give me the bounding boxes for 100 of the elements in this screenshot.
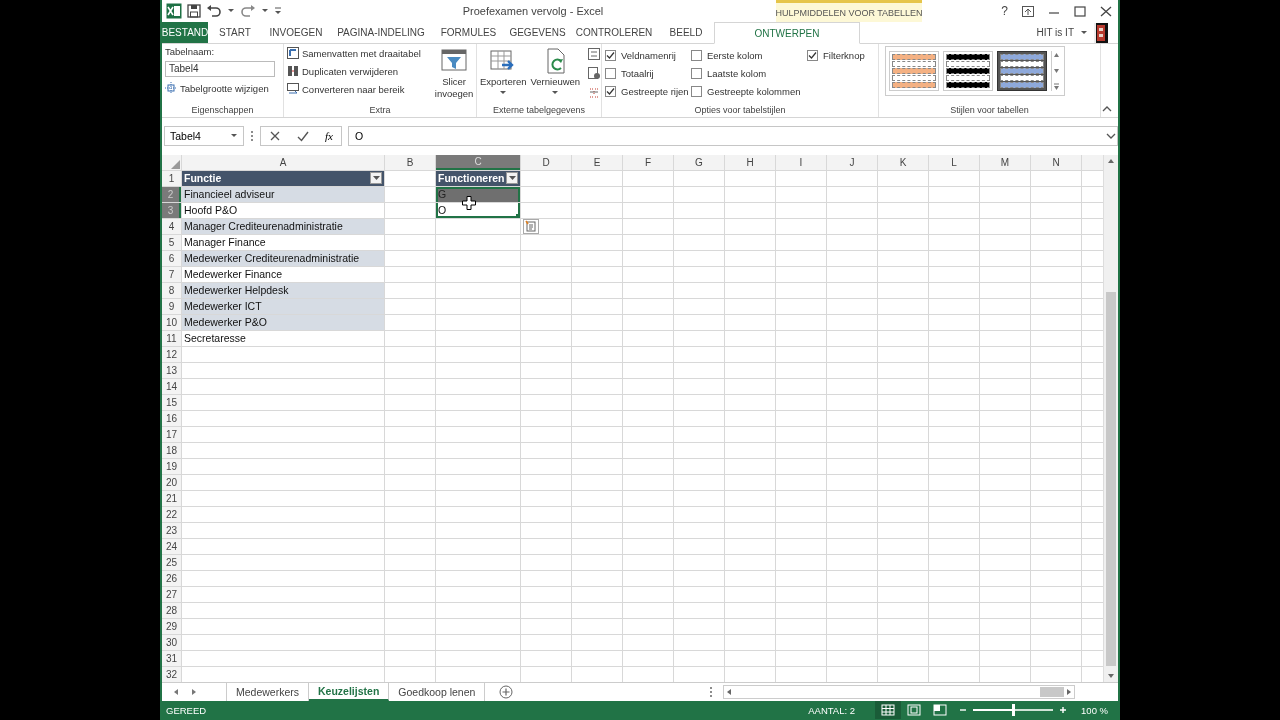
- ribbon-command[interactable]: Tabelgrootte wijzigen: [165, 81, 275, 96]
- checkbox[interactable]: Veldnamenrij: [605, 46, 691, 65]
- undo-icon[interactable]: [206, 4, 222, 18]
- column-header[interactable]: H: [725, 154, 775, 170]
- row-header[interactable]: 24: [162, 538, 181, 554]
- save-icon[interactable]: [187, 4, 201, 18]
- ribbon-tab[interactable]: FORMULES: [432, 22, 505, 44]
- ribbon-command[interactable]: Duplicaten verwijderen: [287, 64, 421, 79]
- ribbon-tab[interactable]: BEELD: [658, 22, 714, 44]
- slicer-button[interactable]: Slicer invoegen: [434, 46, 474, 105]
- checked-box-icon[interactable]: [807, 49, 818, 61]
- row-header[interactable]: 23: [162, 522, 181, 538]
- table-header-cell[interactable]: Functie: [182, 170, 384, 186]
- column-header[interactable]: N: [1031, 154, 1081, 170]
- table-cell[interactable]: Medewerker Finance: [182, 266, 384, 282]
- column-header[interactable]: K: [878, 154, 928, 170]
- customize-toolbar-icon[interactable]: [274, 7, 282, 15]
- table-cell[interactable]: Financieel adviseur: [182, 186, 384, 202]
- vertical-scrollbar[interactable]: [1103, 154, 1118, 682]
- splitter-icon[interactable]: [709, 685, 714, 698]
- row-header[interactable]: 28: [162, 602, 181, 618]
- ribbon-tab[interactable]: BESTAND: [162, 22, 208, 44]
- table-cell[interactable]: Hoofd P&O: [182, 202, 384, 218]
- row-header[interactable]: 22: [162, 506, 181, 522]
- cancel-icon[interactable]: [269, 129, 281, 142]
- row-header[interactable]: 21: [162, 490, 181, 506]
- row-header[interactable]: 1: [162, 170, 181, 186]
- zoom-level[interactable]: 100 %: [1081, 704, 1108, 716]
- row-header[interactable]: 6: [162, 250, 181, 266]
- table-name-field[interactable]: Tabel4: [165, 61, 275, 78]
- select-all-button[interactable]: [162, 154, 181, 170]
- column-header[interactable]: F: [623, 154, 673, 170]
- row-header[interactable]: 32: [162, 666, 181, 682]
- checkbox[interactable]: Gestreepte rijen: [605, 82, 691, 101]
- ribbon-tab[interactable]: ONTWERPEN: [714, 22, 860, 45]
- checkbox[interactable]: Laatste kolom: [691, 64, 807, 83]
- quick-analysis-icon[interactable]: [523, 218, 539, 234]
- horizontal-scrollbar[interactable]: [723, 684, 1076, 699]
- unlink-icon[interactable]: [588, 86, 601, 99]
- close-icon[interactable]: [1100, 5, 1112, 17]
- ribbon-command[interactable]: Samenvatten met draaitabel: [287, 46, 421, 61]
- ribbon-large-button[interactable]: Exporteren: [480, 46, 527, 105]
- ribbon-tab[interactable]: INVOEGEN: [262, 22, 330, 44]
- table-cell[interactable]: Secretaresse: [182, 330, 384, 346]
- zoom-in-icon[interactable]: [1059, 706, 1068, 715]
- checkbox[interactable]: Gestreepte kolommen: [691, 82, 807, 101]
- ribbon-tab[interactable]: GEGEVENS: [505, 22, 570, 44]
- row-header[interactable]: 13: [162, 362, 181, 378]
- table-cell[interactable]: Medewerker Crediteurenadministratie: [182, 250, 384, 266]
- column-header[interactable]: A: [182, 154, 384, 170]
- caret-icon[interactable]: [227, 8, 235, 14]
- column-header[interactable]: B: [385, 154, 435, 170]
- enter-icon[interactable]: [297, 129, 309, 142]
- column-header[interactable]: M: [980, 154, 1030, 170]
- ribbon-tab[interactable]: PAGINA-INDELING: [330, 22, 432, 44]
- row-header[interactable]: 18: [162, 442, 181, 458]
- more-styles-icon[interactable]: [1052, 83, 1061, 92]
- column-header[interactable]: J: [827, 154, 877, 170]
- column-header[interactable]: G: [674, 154, 724, 170]
- row-header[interactable]: 14: [162, 378, 181, 394]
- style-gallery[interactable]: [885, 46, 1065, 97]
- row-header[interactable]: 9: [162, 298, 181, 314]
- row-header[interactable]: 8: [162, 282, 181, 298]
- checked-box-icon[interactable]: [605, 85, 616, 97]
- table-cell[interactable]: Medewerker Helpdesk: [182, 282, 384, 298]
- column-header[interactable]: I: [776, 154, 826, 170]
- scroll-down-icon[interactable]: [1052, 67, 1061, 76]
- splitter-icon[interactable]: [250, 129, 254, 142]
- table-header-cell[interactable]: Functioneren: [436, 170, 520, 186]
- column-header[interactable]: D: [521, 154, 571, 170]
- row-header[interactable]: 4: [162, 218, 181, 234]
- table-cell[interactable]: Medewerker P&O: [182, 314, 384, 330]
- empty-box-icon[interactable]: [691, 49, 702, 61]
- table-cell[interactable]: Manager Finance: [182, 234, 384, 250]
- collapse-ribbon-icon[interactable]: [1102, 104, 1112, 113]
- sheet-tab[interactable]: Goedkoop lenen: [389, 682, 486, 701]
- row-header[interactable]: 20: [162, 474, 181, 490]
- checkbox[interactable]: Filterknop: [807, 46, 877, 65]
- checkbox[interactable]: Eerste kolom: [691, 46, 807, 65]
- empty-box-icon[interactable]: [691, 85, 702, 97]
- ribbon-display-icon[interactable]: [1022, 5, 1034, 17]
- empty-box-icon[interactable]: [605, 67, 616, 79]
- row-header[interactable]: 26: [162, 570, 181, 586]
- row-header[interactable]: 12: [162, 346, 181, 362]
- row-header[interactable]: 17: [162, 426, 181, 442]
- ribbon-command[interactable]: Converteren naar bereik: [287, 82, 421, 97]
- insert-function-button[interactable]: fx: [325, 129, 333, 142]
- user-name[interactable]: HIT is IT: [1036, 27, 1074, 39]
- scrollbar-thumb[interactable]: [1040, 686, 1065, 697]
- column-header[interactable]: L: [929, 154, 979, 170]
- row-header[interactable]: 11: [162, 330, 181, 346]
- caret-icon[interactable]: [1080, 29, 1088, 36]
- help-button[interactable]: ?: [1001, 4, 1008, 18]
- filter-dropdown-button[interactable]: [370, 172, 382, 185]
- filter-dropdown-button[interactable]: [506, 172, 518, 185]
- row-header[interactable]: 30: [162, 634, 181, 650]
- properties-icon[interactable]: [588, 48, 601, 61]
- row-header[interactable]: 25: [162, 554, 181, 570]
- checked-box-icon[interactable]: [605, 49, 616, 61]
- row-header[interactable]: 7: [162, 266, 181, 282]
